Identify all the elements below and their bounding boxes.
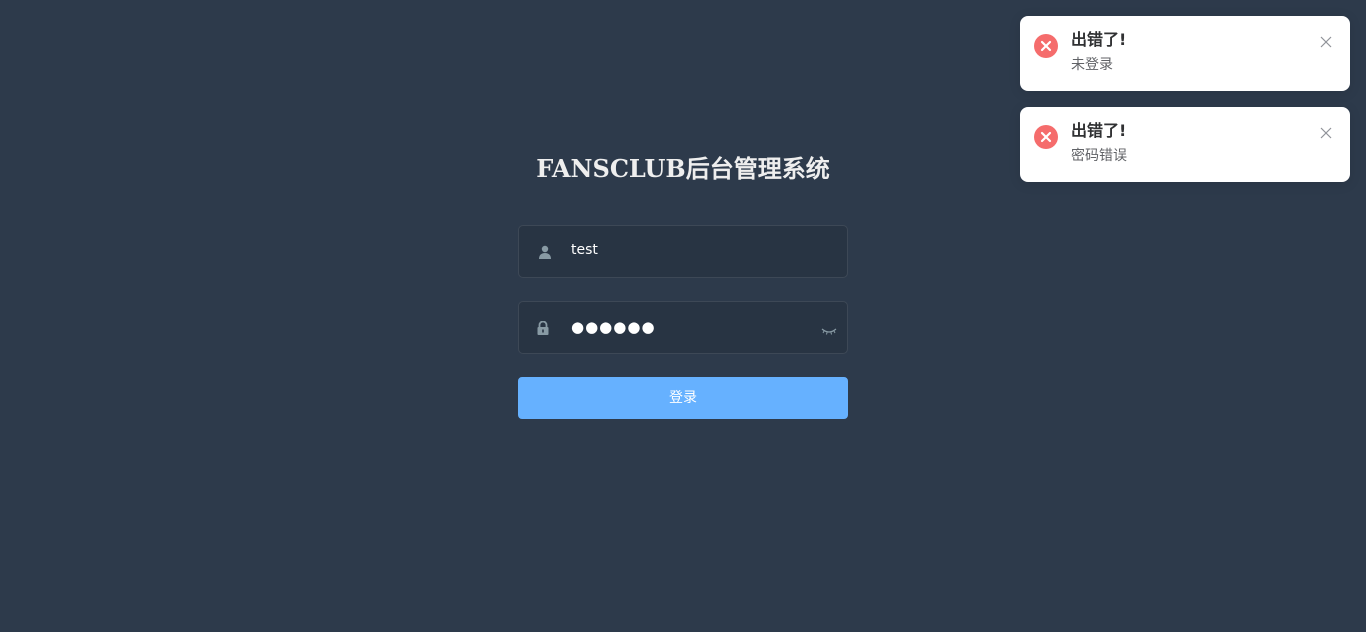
lock-icon	[533, 318, 553, 338]
notification-title: 出错了!	[1071, 30, 1127, 49]
close-icon[interactable]	[1320, 124, 1332, 139]
page-title: FANSCLUB后台管理系统	[536, 154, 830, 183]
username-input[interactable]: test	[571, 226, 598, 277]
error-circle-icon	[1034, 125, 1058, 149]
user-icon	[535, 242, 555, 262]
eye-closed-icon[interactable]	[821, 322, 837, 335]
close-icon[interactable]	[1320, 33, 1332, 48]
error-circle-icon	[1034, 34, 1058, 58]
notification-message: 密码错误	[1071, 148, 1127, 164]
password-input[interactable]: ●●●●●●	[571, 302, 656, 353]
error-notification: 出错了! 未登录	[1020, 16, 1350, 91]
login-form: FANSCLUB后台管理系统 test ●●●●●● 登录	[518, 150, 848, 419]
username-field[interactable]: test	[518, 225, 848, 278]
login-page: FANSCLUB后台管理系统 test ●●●●●● 登录 出错了! 未登录 出…	[0, 0, 1366, 632]
error-notification: 出错了! 密码错误	[1020, 107, 1350, 182]
notification-title: 出错了!	[1071, 121, 1127, 140]
password-field[interactable]: ●●●●●●	[518, 301, 848, 354]
notification-message: 未登录	[1071, 57, 1113, 73]
login-button[interactable]: 登录	[518, 377, 848, 419]
